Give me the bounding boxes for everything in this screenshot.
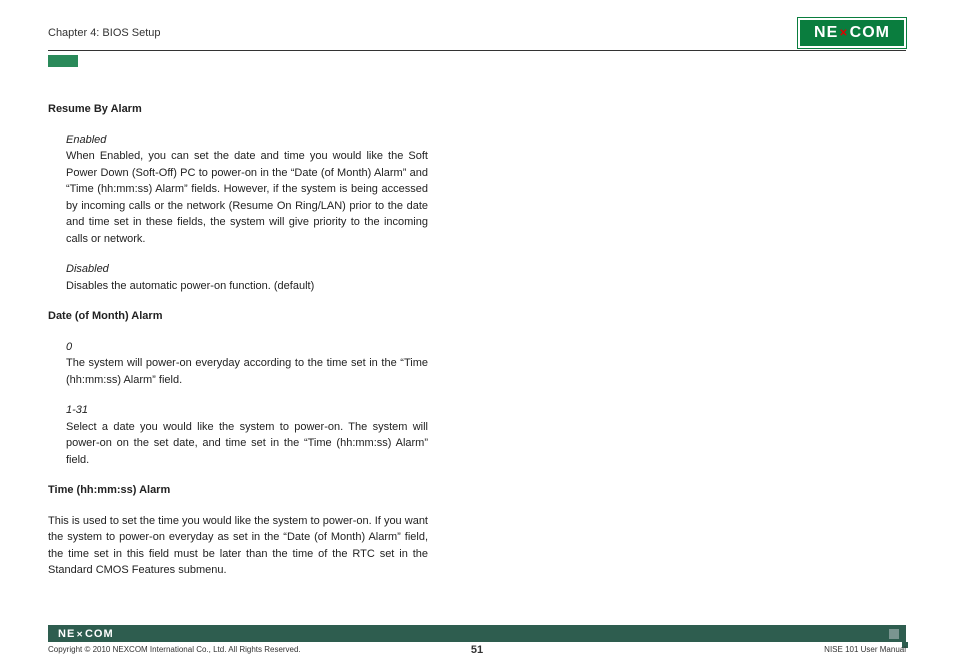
label-disabled: Disabled [66,261,428,278]
text-disabled: Disables the automatic power-on function… [66,278,428,295]
copyright-text: Copyright © 2010 NEXCOM International Co… [48,645,301,654]
text-enabled: When Enabled, you can set the date and t… [66,148,428,247]
label-zero: 0 [66,339,428,356]
footer-decoration [889,629,900,639]
manual-name: NISE 101 User Manual [824,645,906,654]
green-tab-decoration [48,55,78,67]
heading-time-alarm: Time (hh:mm:ss) Alarm [48,482,428,499]
footer-text-row: Copyright © 2010 NEXCOM International Co… [48,645,906,654]
label-enabled: Enabled [66,132,428,149]
page-footer: NE✕COM Copyright © 2010 NEXCOM Internati… [48,625,906,654]
page-number: 51 [471,644,483,656]
main-content: Resume By Alarm Enabled When Enabled, yo… [48,101,428,579]
text-time-alarm: This is used to set the time you would l… [48,513,428,579]
label-range: 1-31 [66,402,428,419]
nexcom-logo-top: NE✕COM [798,18,906,48]
chapter-title: Chapter 4: BIOS Setup [48,27,161,39]
text-zero: The system will power-on everyday accord… [66,355,428,388]
heading-date-alarm: Date (of Month) Alarm [48,308,428,325]
heading-resume-by-alarm: Resume By Alarm [48,101,428,118]
footer-bar: NE✕COM [48,625,906,642]
text-range: Select a date you would like the system … [66,419,428,469]
nexcom-logo-footer: NE✕COM [58,628,114,640]
page-header: Chapter 4: BIOS Setup NE✕COM [48,18,906,51]
